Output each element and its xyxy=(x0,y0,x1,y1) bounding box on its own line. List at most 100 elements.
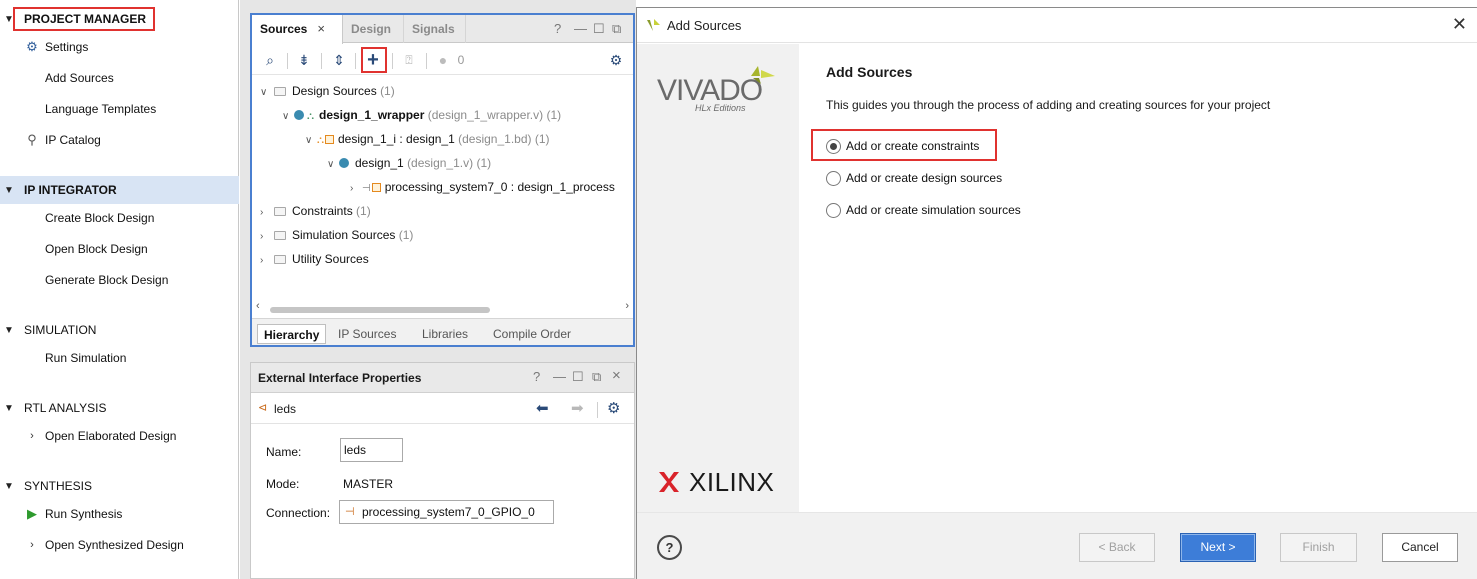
flow-navigator: ▼ PROJECT MANAGER ⚙ Settings Add Sources… xyxy=(0,0,239,579)
section-rtl-analysis[interactable]: ▼ RTL ANALYSIS xyxy=(0,395,239,421)
connection-field[interactable]: ⊣ processing_system7_0_GPIO_0 xyxy=(339,500,554,524)
minimize-icon[interactable]: — xyxy=(553,369,566,384)
object-name: leds xyxy=(274,402,297,416)
vivado-logo-mark xyxy=(751,66,775,84)
tab-hierarchy[interactable]: Hierarchy xyxy=(257,324,327,344)
tab-design[interactable]: Design xyxy=(343,15,404,43)
block-design-icon: ⛬ xyxy=(317,135,324,146)
maximize-icon[interactable]: ☐ xyxy=(593,21,605,37)
help-icon[interactable]: ? xyxy=(554,21,561,36)
option-add-constraints[interactable]: Add or create constraints xyxy=(826,137,979,155)
separator xyxy=(392,53,393,69)
help-icon[interactable]: ? xyxy=(533,369,540,384)
chevron-down-icon: ▼ xyxy=(4,402,14,414)
tab-libraries[interactable]: Libraries xyxy=(416,324,474,344)
nav-item-open-block-design[interactable]: Open Block Design xyxy=(45,240,148,258)
chevron-down-icon: ∨ xyxy=(282,111,290,122)
section-ip-integrator[interactable]: ▼ IP INTEGRATOR xyxy=(0,176,239,204)
nav-item-run-synthesis[interactable]: ▶ Run Synthesis xyxy=(27,505,122,523)
tree-design-sources[interactable]: ∨ Design Sources (1) xyxy=(260,81,395,101)
next-button[interactable]: Next > xyxy=(1180,533,1256,562)
back-arrow-icon[interactable]: ⬅ xyxy=(536,399,549,417)
help-button[interactable]: ? xyxy=(657,535,682,560)
chevron-right-icon: › xyxy=(260,207,264,218)
close-icon[interactable]: × xyxy=(317,21,325,36)
finish-button[interactable]: Finish xyxy=(1280,533,1357,562)
status-circle-icon: ● xyxy=(438,52,448,68)
folder-icon xyxy=(274,207,286,216)
scrollbar-thumb[interactable] xyxy=(270,307,490,313)
separator xyxy=(597,402,598,418)
tree-simulation-sources[interactable]: › Simulation Sources (1) xyxy=(260,225,413,245)
chevron-right-icon: › xyxy=(260,231,264,242)
tab-ip-sources[interactable]: IP Sources xyxy=(332,324,402,344)
nav-item-add-sources[interactable]: Add Sources xyxy=(45,69,114,87)
section-simulation[interactable]: ▼ SIMULATION xyxy=(0,317,239,343)
maximize-icon[interactable]: ☐ xyxy=(572,369,584,385)
ip-catalog-icon: ⚲ xyxy=(27,132,37,147)
expand-all-icon[interactable]: ⇕ xyxy=(330,51,348,69)
collapse-all-icon[interactable]: ⇟ xyxy=(295,51,313,69)
tree-design-1[interactable]: ∨ design_1 (design_1.v) (1) xyxy=(327,153,491,173)
cancel-button[interactable]: Cancel xyxy=(1382,533,1458,562)
name-field[interactable]: leds xyxy=(340,438,403,462)
scroll-right-icon[interactable]: › xyxy=(625,300,629,312)
nav-item-language-templates[interactable]: Language Templates xyxy=(45,100,156,118)
float-icon[interactable]: ⧉ xyxy=(612,21,621,37)
close-icon[interactable]: × xyxy=(612,367,621,384)
nav-item-open-synthesized-design[interactable]: › Open Synthesized Design xyxy=(30,536,184,554)
dialog-description: This guides you through the process of a… xyxy=(826,98,1271,112)
minimize-icon[interactable]: — xyxy=(574,21,587,36)
gear-icon[interactable]: ⚙ xyxy=(607,51,625,69)
nav-item-settings[interactable]: ⚙ Settings xyxy=(26,38,88,56)
option-add-design-sources[interactable]: Add or create design sources xyxy=(826,169,1002,187)
tab-compile-order[interactable]: Compile Order xyxy=(487,324,577,344)
search-icon[interactable]: ⌕ xyxy=(261,51,279,69)
chevron-right-icon: › xyxy=(30,430,34,442)
chevron-down-icon: ▼ xyxy=(4,480,14,492)
gear-icon: ⚙ xyxy=(26,39,38,54)
dialog-titlebar: Add Sources ✕ xyxy=(637,8,1477,43)
separator xyxy=(355,53,356,69)
radio-unselected[interactable] xyxy=(826,170,841,186)
dialog-sidebar: VIVADO HLx Editions XILINX xyxy=(637,44,799,512)
tab-signals[interactable]: Signals xyxy=(404,15,466,43)
xilinx-logo-mark xyxy=(659,472,679,492)
radio-selected[interactable] xyxy=(826,138,841,154)
nav-item-open-elaborated-design[interactable]: › Open Elaborated Design xyxy=(30,427,176,445)
scroll-left-icon[interactable]: ‹ xyxy=(256,300,260,312)
section-synthesis[interactable]: ▼ SYNTHESIS xyxy=(0,473,239,499)
nav-item-create-block-design[interactable]: Create Block Design xyxy=(45,209,154,227)
chevron-down-icon: ▼ xyxy=(4,184,14,196)
chevron-right-icon: › xyxy=(30,539,34,551)
nav-item-ip-catalog[interactable]: ⚲ IP Catalog xyxy=(27,131,101,149)
back-button[interactable]: < Back xyxy=(1079,533,1155,562)
port-icon: ⊣ xyxy=(345,506,355,518)
sources-toolbar: ⌕ ⇟ ⇕ + ⍰ ● 0 ⚙ xyxy=(252,45,633,75)
forward-arrow-icon[interactable]: ➡ xyxy=(571,399,584,417)
separator xyxy=(321,53,322,69)
tab-sources[interactable]: Sources × xyxy=(252,15,343,44)
tree-processing-system7[interactable]: › ⊣ processing_system7_0 : design_1_proces… xyxy=(350,177,615,197)
nav-item-run-simulation[interactable]: Run Simulation xyxy=(45,349,126,367)
gear-icon[interactable]: ⚙ xyxy=(607,399,620,417)
tree-constraints[interactable]: › Constraints (1) xyxy=(260,201,371,221)
nav-item-generate-block-design[interactable]: Generate Block Design xyxy=(45,271,168,289)
vivado-subtitle: HLx Editions xyxy=(695,103,746,113)
module-icon xyxy=(339,158,349,168)
horizontal-scrollbar[interactable]: ‹ › xyxy=(256,300,629,317)
name-label: Name: xyxy=(266,445,302,459)
connection-label: Connection: xyxy=(266,506,331,520)
close-icon[interactable]: ✕ xyxy=(1452,14,1467,35)
properties-icon[interactable]: ⍰ xyxy=(400,51,418,69)
play-icon: ▶ xyxy=(27,506,37,521)
chevron-down-icon: ▼ xyxy=(4,324,14,336)
float-icon[interactable]: ⧉ xyxy=(592,369,601,385)
tree-design-1-i[interactable]: ∨ ⛬ design_1_i : design_1 (design_1.bd) (1… xyxy=(305,129,550,149)
dialog-title: Add Sources xyxy=(667,18,742,33)
mode-label: Mode: xyxy=(266,477,300,491)
option-add-simulation-sources[interactable]: Add or create simulation sources xyxy=(826,201,1021,219)
tree-design-1-wrapper[interactable]: ∨ ⛬ design_1_wrapper (design_1_wrapper.v) … xyxy=(282,105,561,125)
radio-unselected[interactable] xyxy=(826,202,841,218)
tree-utility-sources[interactable]: › Utility Sources xyxy=(260,249,369,269)
